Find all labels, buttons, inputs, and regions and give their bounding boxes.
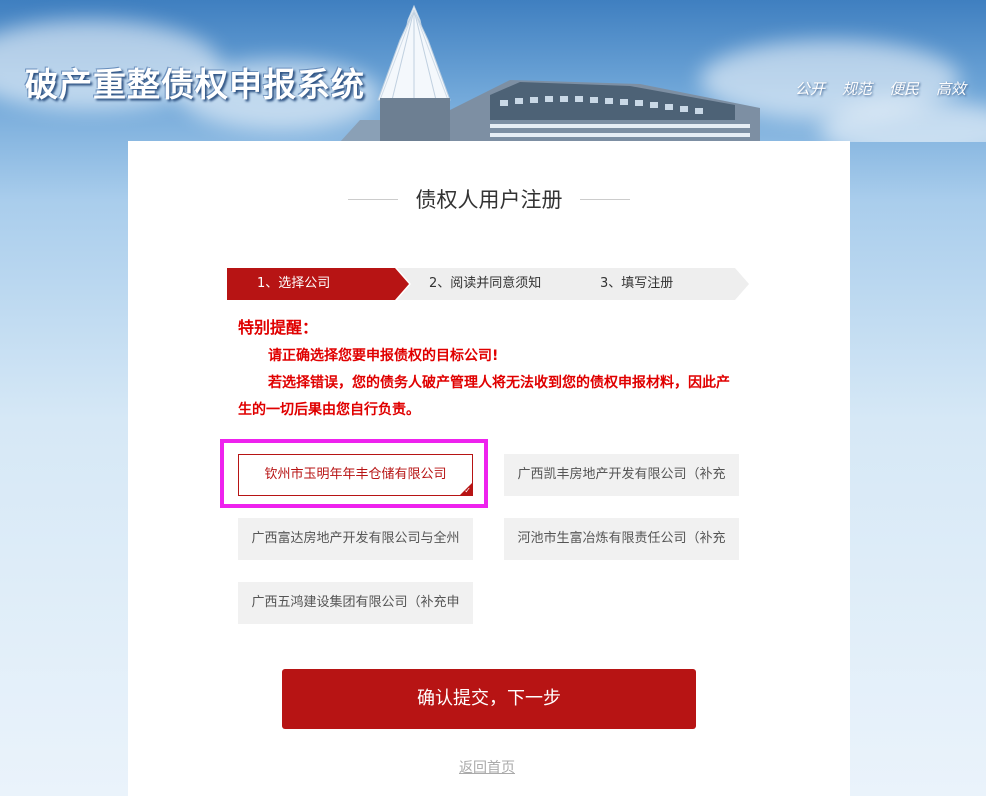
- step-select-company: 1、选择公司: [227, 268, 409, 300]
- notice-line-2: 若选择错误，您的债务人破产管理人将无法收到您的债权申报材料，因此产生的一切后果由…: [238, 375, 730, 418]
- company-option[interactable]: 广西富达房地产开发有限公司与全州: [238, 518, 473, 560]
- company-name: 广西凯丰房地产开发有限公司（补充: [517, 467, 726, 482]
- company-name: 钦州市玉明年年丰仓储有限公司: [264, 467, 447, 482]
- company-option-selected[interactable]: 钦州市玉明年年丰仓储有限公司 ✓: [238, 454, 473, 496]
- confirm-next-button[interactable]: 确认提交，下一步: [282, 669, 696, 729]
- building-illustration: [340, 4, 760, 142]
- notice-line-1: 请正确选择您要申报债权的目标公司!: [268, 348, 499, 364]
- slogan-item: 高效: [935, 80, 966, 98]
- company-name: 河池市生富冶炼有限责任公司（补充: [517, 531, 726, 546]
- site-title: 破产重整债权申报系统: [25, 65, 365, 104]
- step-progress: 1、选择公司 2、阅读并同意须知 3、填写注册: [227, 268, 749, 300]
- company-option[interactable]: 河池市生富冶炼有限责任公司（补充: [504, 518, 739, 560]
- step-fill-register: 3、填写注册: [568, 268, 749, 300]
- header-banner: 破产重整债权申报系统 公开 规范 便民 高效: [0, 0, 986, 142]
- company-option[interactable]: 广西五鸿建设集团有限公司（补充申: [238, 582, 473, 624]
- slogan-item: 规范: [841, 80, 872, 98]
- company-name: 广西五鸿建设集团有限公司（补充申: [251, 595, 460, 610]
- slogan: 公开 规范 便民 高效: [795, 78, 966, 99]
- back-home-link[interactable]: 返回首页: [459, 757, 515, 777]
- notice-title: 特别提醒：: [238, 318, 319, 337]
- company-name: 广西富达房地产开发有限公司与全州: [251, 531, 460, 546]
- check-icon: ✓: [464, 486, 471, 495]
- page-title: 债权人用户注册: [348, 184, 630, 214]
- slogan-item: 便民: [888, 80, 919, 98]
- step-read-agree: 2、阅读并同意须知: [397, 268, 583, 300]
- company-option[interactable]: 广西凯丰房地产开发有限公司（补充: [504, 454, 739, 496]
- slogan-item: 公开: [794, 80, 825, 98]
